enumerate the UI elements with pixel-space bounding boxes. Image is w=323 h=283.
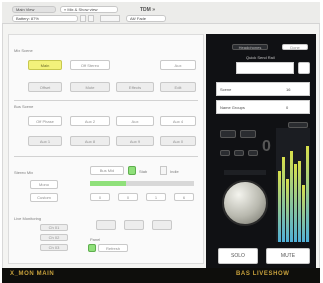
value-box-4[interactable]: 6 [174,193,194,201]
mini-button-2[interactable] [234,150,244,156]
name-groups-field[interactable]: Name Groups [216,100,310,114]
panel-label: Panel [90,237,101,242]
app-title: TDM » [140,7,155,13]
toggle-b[interactable] [240,130,256,138]
spacer-button[interactable] [100,15,120,22]
done-button[interactable]: Done [282,44,308,50]
mute-button-left[interactable]: Mute [70,82,110,92]
pad-button-3[interactable] [152,220,172,230]
scene-field[interactable]: Scene [216,82,310,96]
value-box-2[interactable]: 0 [118,193,138,201]
read-value: 0 [262,138,271,155]
edit-button[interactable]: Edit [160,82,196,92]
meter-bar-4 [290,150,293,242]
gear-icon[interactable] [80,15,86,22]
solo-button[interactable]: SOLO [218,248,258,264]
aux-9-button[interactable]: Aux 9 [116,136,154,146]
bus-scene-title: Bus Scene [14,104,34,109]
send-add-button[interactable] [298,62,310,74]
custom-button[interactable]: Custom [30,193,58,202]
battery-indicator: Battery: 87% [12,15,78,22]
bottom-left-label: X_MON MAIN [10,271,55,277]
send-field[interactable] [236,62,294,74]
pad-button-1[interactable] [96,220,116,230]
effects-button[interactable]: Effects [116,82,154,92]
scene-field-label: Scene [220,86,232,92]
alt-view-label: Alt/ Fade [130,16,147,21]
view-select-label: « Mix & Show view [64,7,98,12]
level-fill [90,181,126,186]
scene-field-number: 16 [286,87,291,92]
meter-bar-1 [278,171,281,242]
stab-label: Stab [139,169,148,174]
battery-text: Battery: 87% [16,16,39,21]
quick-send-header: Quick Send Rail [246,55,275,60]
live-monitoring-label: Live Monitoring [14,216,42,221]
monitor-ch-03[interactable]: Ch 03 [40,244,68,251]
meter-bar-7 [302,185,305,242]
divider-1 [14,100,198,101]
monitor-ch-01[interactable]: Ch 01 [40,224,68,231]
level-meter [276,128,310,242]
aux-4-button[interactable]: Aux 4 [160,116,196,126]
name-groups-label: Name Groups [220,104,245,110]
meter-bar-5 [294,164,297,242]
main-view-selector[interactable]: Main View [12,6,56,13]
name-groups-number: 0 [286,105,289,110]
view-select-dropdown[interactable]: « Mix & Show view [60,6,118,13]
aux-3-button[interactable]: Aux [116,116,154,126]
mini-button-3[interactable] [248,150,258,156]
meter-bar-8 [306,146,309,242]
meter-bar-2 [282,156,285,242]
aux-button[interactable]: Aux [160,60,196,70]
indie-checkbox[interactable] [160,166,167,175]
bottom-right-label: BAS LIVESHOW [236,271,290,277]
mute-button[interactable]: MUTE [266,248,310,264]
mono-button[interactable]: Mono [30,180,58,189]
off-stereo-button[interactable]: Off Stereo [70,60,110,70]
off-phase-button[interactable]: Off Phase [28,116,62,126]
main-button[interactable]: Main [28,60,62,70]
value-box-1[interactable]: 0 [90,193,110,201]
refresh-indicator[interactable] [88,244,96,252]
headphones-button[interactable]: Headphones [232,44,268,50]
main-view-label: Main View [16,7,35,12]
aux-0-button[interactable]: Aux 0 [160,136,196,146]
search-icon[interactable] [88,15,94,22]
bus-mid-button[interactable]: Bus Mid [90,166,124,175]
mix-scene-title: Mix Scene [14,48,33,53]
refresh-button[interactable]: Refresh [98,244,128,252]
meter-bar-6 [298,161,301,242]
knob-scale [224,170,266,175]
pad-button-2[interactable] [124,220,144,230]
toggle-a[interactable] [220,130,236,138]
mini-button-1[interactable] [220,150,230,156]
aux-2-button[interactable]: Aux 2 [70,116,110,126]
meter-bar-3 [286,179,289,242]
stab-indicator[interactable] [128,166,136,175]
offset-button[interactable]: Offset [28,82,62,92]
alt-view-button[interactable]: Alt/ Fade [126,15,166,22]
value-box-3[interactable]: 1 [146,193,166,201]
aux-1-button[interactable]: Aux 1 [28,136,62,146]
monitor-ch-02[interactable]: Ch 02 [40,234,68,241]
divider-2 [14,156,198,157]
volume-knob[interactable] [222,180,268,226]
aux-8-button[interactable]: Aux 8 [70,136,110,146]
indie-label: Indie [170,169,179,174]
stereo-mix-label: Stereo Mix [14,170,34,175]
